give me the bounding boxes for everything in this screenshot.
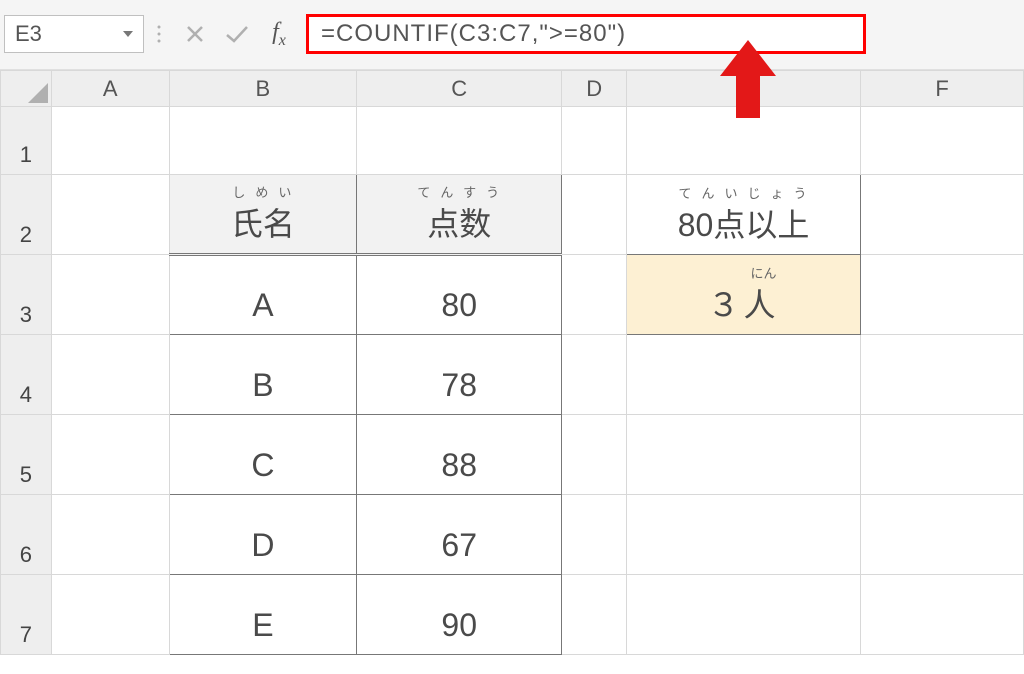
cell-B4[interactable]: B — [169, 335, 356, 415]
cell-B1[interactable] — [169, 107, 356, 175]
cancel-formula-button[interactable] — [174, 23, 216, 45]
cell-A1[interactable] — [51, 107, 169, 175]
cell-B5-value: C — [170, 447, 356, 494]
row-header-5[interactable]: 5 — [1, 415, 52, 495]
cell-D1[interactable] — [562, 107, 626, 175]
cell-B6[interactable]: D — [169, 495, 356, 575]
cell-F4[interactable] — [861, 335, 1024, 415]
row-5: 5 C 88 — [1, 415, 1024, 495]
cell-F2[interactable] — [861, 175, 1024, 255]
col-header-A[interactable]: A — [51, 71, 169, 107]
fx-icon: fx — [272, 19, 286, 50]
row-7: 7 E 90 — [1, 575, 1024, 655]
cell-B3-value: A — [170, 287, 356, 334]
formula-input[interactable]: =COUNTIF(C3:C7,">=80") — [306, 14, 866, 54]
formula-text: =COUNTIF(C3:C7,">=80") — [321, 20, 626, 48]
cell-A6[interactable] — [51, 495, 169, 575]
cell-A2[interactable] — [51, 175, 169, 255]
cell-F3[interactable] — [861, 255, 1024, 335]
row-header-7[interactable]: 7 — [1, 575, 52, 655]
cell-F6[interactable] — [861, 495, 1024, 575]
formula-bar: E3 fx =COUNTIF(C3:C7,">=80") — [0, 8, 1024, 60]
chevron-down-icon[interactable] — [123, 31, 133, 37]
cell-E7[interactable] — [626, 575, 860, 655]
result-value-text: ３人 — [708, 280, 780, 326]
col-header-B[interactable]: B — [169, 71, 356, 107]
enter-formula-button[interactable] — [216, 23, 258, 45]
cell-C2[interactable]: てんすう 点数 — [356, 175, 561, 255]
cell-A4[interactable] — [51, 335, 169, 415]
up-arrow-icon — [720, 40, 776, 118]
result-header: てんいじょう 80点以上 — [627, 183, 860, 254]
insert-function-button[interactable]: fx — [258, 19, 300, 50]
row-header-1[interactable]: 1 — [1, 107, 52, 175]
cell-B5[interactable]: C — [169, 415, 356, 495]
row-3: 3 A 80 にん ３人 — [1, 255, 1024, 335]
name-box[interactable]: E3 — [4, 15, 144, 53]
row-4: 4 B 78 — [1, 335, 1024, 415]
cell-E4[interactable] — [626, 335, 860, 415]
cell-A5[interactable] — [51, 415, 169, 495]
cell-C5[interactable]: 88 — [356, 415, 561, 495]
cell-D4[interactable] — [562, 335, 626, 415]
formula-bar-area: E3 fx =COUNTIF(C3:C7,">=80") — [0, 0, 1024, 70]
cell-C4-value: 78 — [357, 367, 561, 414]
row-6: 6 D 67 — [1, 495, 1024, 575]
cell-B2[interactable]: しめい 氏名 — [169, 175, 356, 255]
check-icon — [224, 23, 250, 45]
cell-B4-value: B — [170, 367, 356, 414]
cell-A3[interactable] — [51, 255, 169, 335]
row-header-4[interactable]: 4 — [1, 335, 52, 415]
close-icon — [184, 23, 206, 45]
select-all-corner[interactable] — [1, 71, 52, 107]
cell-C6[interactable]: 67 — [356, 495, 561, 575]
cell-C3-value: 80 — [357, 287, 561, 334]
cell-F7[interactable] — [861, 575, 1024, 655]
cell-F5[interactable] — [861, 415, 1024, 495]
result-value: にん ３人 — [627, 263, 860, 334]
column-header-row: A B C D E F — [1, 71, 1024, 107]
col-header-C[interactable]: C — [356, 71, 561, 107]
cell-E2[interactable]: てんいじょう 80点以上 — [626, 175, 860, 255]
cell-C7[interactable]: 90 — [356, 575, 561, 655]
row-header-3[interactable]: 3 — [1, 255, 52, 335]
result-header-text: 80点以上 — [678, 200, 810, 246]
arrow-annotation — [720, 40, 776, 118]
row-1: 1 — [1, 107, 1024, 175]
cell-D6[interactable] — [562, 495, 626, 575]
separator-dots-icon — [144, 24, 174, 44]
cell-D5[interactable] — [562, 415, 626, 495]
score-header-text: 点数 — [427, 199, 491, 245]
cell-D7[interactable] — [562, 575, 626, 655]
cell-C6-value: 67 — [357, 527, 561, 574]
cell-B6-value: D — [170, 527, 356, 574]
cell-C7-value: 90 — [357, 607, 561, 654]
cell-B3[interactable]: A — [169, 255, 356, 335]
cell-B7-value: E — [170, 607, 356, 654]
spreadsheet-grid[interactable]: A B C D E F 1 2 しめい 氏名 — [0, 70, 1024, 655]
cell-D3[interactable] — [562, 255, 626, 335]
name-header: しめい 氏名 — [170, 182, 356, 253]
row-2: 2 しめい 氏名 てんすう 点数 てんいじょう 80点以上 — [1, 175, 1024, 255]
cell-F1[interactable] — [861, 107, 1024, 175]
cell-C5-value: 88 — [357, 447, 561, 494]
cell-E6[interactable] — [626, 495, 860, 575]
cell-C3[interactable]: 80 — [356, 255, 561, 335]
cell-A7[interactable] — [51, 575, 169, 655]
cell-C1[interactable] — [356, 107, 561, 175]
row-header-2[interactable]: 2 — [1, 175, 52, 255]
cell-C4[interactable]: 78 — [356, 335, 561, 415]
cell-E5[interactable] — [626, 415, 860, 495]
name-box-value: E3 — [15, 21, 42, 47]
score-header: てんすう 点数 — [357, 182, 561, 253]
name-header-text: 氏名 — [231, 199, 295, 245]
cell-B7[interactable]: E — [169, 575, 356, 655]
row-header-6[interactable]: 6 — [1, 495, 52, 575]
col-header-D[interactable]: D — [562, 71, 626, 107]
cell-E3[interactable]: にん ３人 — [626, 255, 860, 335]
col-header-F[interactable]: F — [861, 71, 1024, 107]
cell-D2[interactable] — [562, 175, 626, 255]
